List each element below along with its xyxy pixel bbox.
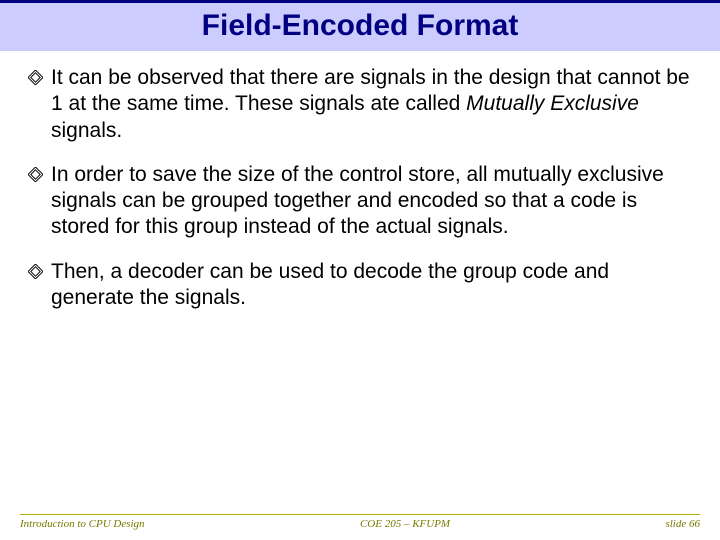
bullet-item: In order to save the size of the control… bbox=[28, 162, 692, 241]
footer-right: slide 66 bbox=[665, 518, 700, 530]
bullet-item: It can be observed that there are signal… bbox=[28, 65, 692, 144]
bullet-pre: In order to save the size of the control… bbox=[51, 163, 664, 239]
footer-left: Introduction to CPU Design bbox=[20, 518, 145, 530]
diamond-bullet-icon bbox=[28, 70, 43, 90]
title-bar: Field-Encoded Format bbox=[0, 0, 720, 51]
footer-divider bbox=[20, 514, 700, 515]
bullet-em: Mutually Exclusive bbox=[466, 92, 639, 115]
bullet-text: It can be observed that there are signal… bbox=[51, 65, 692, 144]
title-inner: Field-Encoded Format bbox=[0, 3, 720, 51]
slide-title: Field-Encoded Format bbox=[202, 9, 519, 42]
bullet-item: Then, a decoder can be used to decode th… bbox=[28, 259, 692, 312]
bullet-text: In order to save the size of the control… bbox=[51, 162, 692, 241]
diamond-bullet-icon bbox=[28, 167, 43, 187]
footer-center: COE 205 – KFUPM bbox=[145, 518, 666, 530]
diamond-bullet-icon bbox=[28, 264, 43, 284]
content-area: It can be observed that there are signal… bbox=[0, 51, 720, 311]
bullet-post: signals. bbox=[51, 119, 122, 142]
bullet-text: Then, a decoder can be used to decode th… bbox=[51, 259, 692, 312]
bullet-pre: Then, a decoder can be used to decode th… bbox=[51, 260, 609, 309]
footer: Introduction to CPU Design COE 205 – KFU… bbox=[0, 514, 720, 530]
footer-row: Introduction to CPU Design COE 205 – KFU… bbox=[20, 518, 700, 530]
